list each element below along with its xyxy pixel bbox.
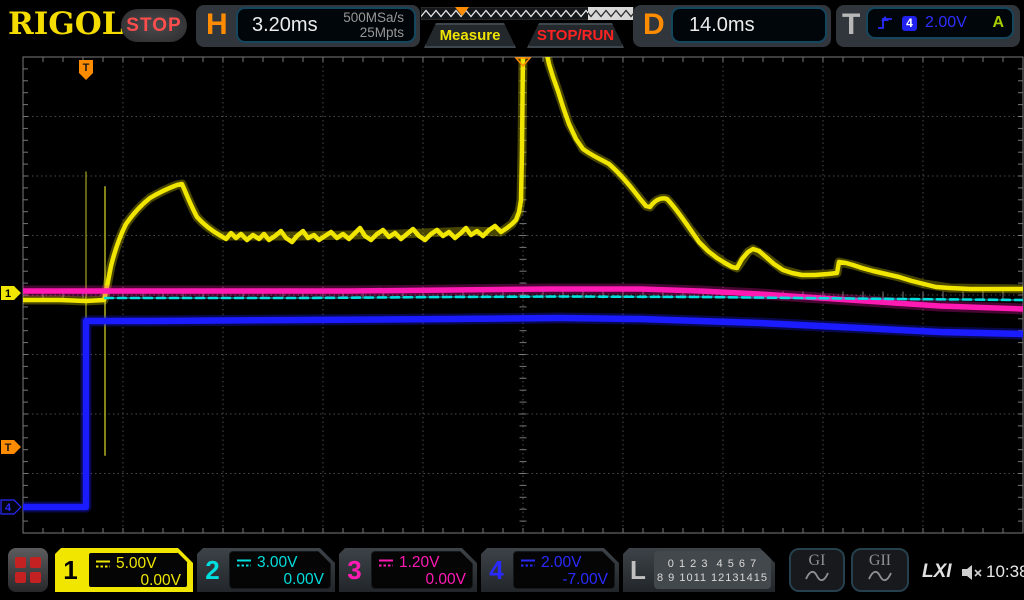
clock: 10:38 — [986, 562, 1024, 582]
svg-text:4: 4 — [5, 502, 12, 514]
channel-1-offset: 0.00V — [95, 572, 181, 589]
channel-3-number: 3 — [339, 548, 370, 592]
generator-2-label: GII — [869, 553, 891, 569]
logic-channel-list: 0 1 2 3 4 5 6 78 9 1011 12131415 — [654, 551, 771, 589]
ch4-zero-marker[interactable]: 4 — [1, 500, 21, 514]
channel-2-tab[interactable]: 2 3.00V 0.00V — [197, 548, 335, 592]
channel-1-number: 1 — [55, 548, 86, 592]
svg-text:T: T — [83, 62, 90, 74]
svg-text:T: T — [5, 442, 12, 454]
logic-label: L — [623, 548, 653, 592]
dc-coupling-icon — [520, 558, 536, 568]
waveform-display: 1 T 4 T — [0, 0, 1024, 600]
channel-4-offset: -7.00V — [520, 571, 608, 588]
sine-wave-icon — [867, 569, 893, 583]
channel-4-number: 4 — [481, 548, 512, 592]
channel-1-scale: 5.00V — [116, 555, 157, 572]
trigger-level-marker[interactable]: T — [1, 440, 21, 454]
channel-2-offset: 0.00V — [236, 571, 324, 588]
dc-coupling-icon — [378, 558, 394, 568]
dc-coupling-icon — [236, 558, 252, 568]
sine-wave-icon — [804, 569, 830, 583]
channel-3-tab[interactable]: 3 1.20V 0.00V — [339, 548, 477, 592]
dc-coupling-icon — [95, 559, 111, 569]
speaker-muted-icon[interactable] — [960, 564, 984, 581]
generator-2-button[interactable]: GII — [851, 548, 909, 592]
logic-analyzer-tab[interactable]: L 0 1 2 3 4 5 6 78 9 1011 12131415 — [623, 548, 775, 592]
channel-4-scale: 2.00V — [541, 554, 582, 571]
channel-4-tab[interactable]: 4 2.00V -7.00V — [481, 548, 619, 592]
channel-3-scale: 1.20V — [399, 554, 440, 571]
channel-3-offset: 0.00V — [378, 571, 466, 588]
lxi-logo: LXI — [922, 561, 952, 583]
channel-1-tab[interactable]: 1 5.00V 0.00V — [55, 548, 193, 592]
generator-1-label: GI — [809, 553, 826, 569]
oscilloscope-screen: RIGOL STOP H 3.20ms 500MSa/s 25Mpts Meas… — [0, 0, 1024, 600]
svg-text:1: 1 — [5, 288, 11, 300]
channel-2-scale: 3.00V — [257, 554, 298, 571]
channel-2-number: 2 — [197, 548, 228, 592]
ch1-zero-marker[interactable]: 1 — [1, 286, 21, 300]
generator-1-button[interactable]: GI — [789, 548, 845, 592]
menu-grid-icon — [15, 557, 41, 583]
menu-button[interactable] — [8, 548, 48, 592]
